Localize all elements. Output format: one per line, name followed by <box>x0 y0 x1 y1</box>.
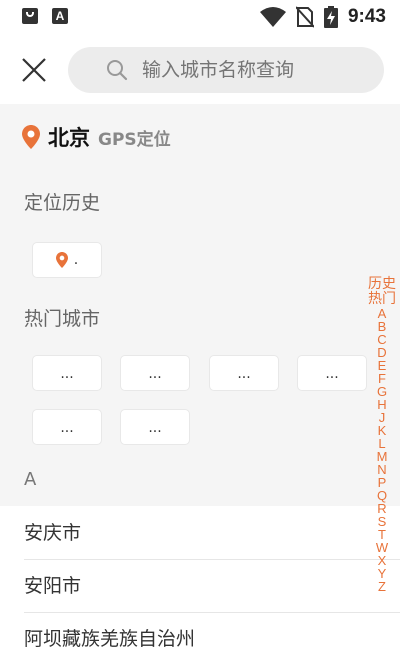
index-hot[interactable]: 热门 <box>368 292 396 307</box>
search-bar[interactable] <box>68 47 384 93</box>
history-chip-label: . <box>73 252 79 268</box>
history-title: 定位历史 <box>24 192 101 214</box>
status-bar: A 9:43 <box>0 0 400 36</box>
location-pin-icon <box>55 252 68 268</box>
app-notification-icon <box>22 8 38 24</box>
location-pin-icon <box>22 125 40 149</box>
search-icon <box>107 60 128 81</box>
index-history[interactable]: 历史 <box>368 277 396 292</box>
hot-city-chip[interactable]: ... <box>120 355 190 391</box>
hot-cities-title: 热门城市 <box>24 308 101 330</box>
hot-city-chip[interactable]: ... <box>32 355 102 391</box>
status-time: 9:43 <box>347 6 386 27</box>
accessibility-a-icon: A <box>52 8 68 24</box>
list-item[interactable]: 安庆市 <box>0 507 400 559</box>
gps-label: GPS定位 <box>98 129 171 150</box>
history-chip[interactable]: . <box>32 242 102 278</box>
hot-city-chip[interactable]: ... <box>297 355 367 391</box>
current-city: 北京 <box>48 126 90 150</box>
close-button[interactable] <box>18 54 50 86</box>
hot-city-chip[interactable]: ... <box>209 355 279 391</box>
search-input[interactable] <box>142 47 372 93</box>
battery-charging-icon <box>323 6 338 28</box>
wifi-icon <box>259 7 286 27</box>
close-icon <box>22 58 46 82</box>
current-location[interactable]: 北京 GPS定位 <box>22 122 171 152</box>
section-letter: A <box>24 469 37 490</box>
hot-city-chip[interactable]: ... <box>32 409 102 445</box>
header <box>0 36 400 104</box>
index-letter[interactable]: Z <box>378 580 386 593</box>
list-item[interactable]: 安阳市 <box>0 560 400 612</box>
no-sim-icon <box>295 6 314 28</box>
list-item[interactable]: 阿坝藏族羌族自治州 <box>0 613 400 665</box>
alphabet-index-bar[interactable]: 历史 热门 A B C D E F G H J K L M N P Q R S … <box>364 277 400 594</box>
hot-city-chip[interactable]: ... <box>120 409 190 445</box>
location-panel: 北京 GPS定位 定位历史 . 热门城市 ... ... ... ... ...… <box>0 104 400 506</box>
